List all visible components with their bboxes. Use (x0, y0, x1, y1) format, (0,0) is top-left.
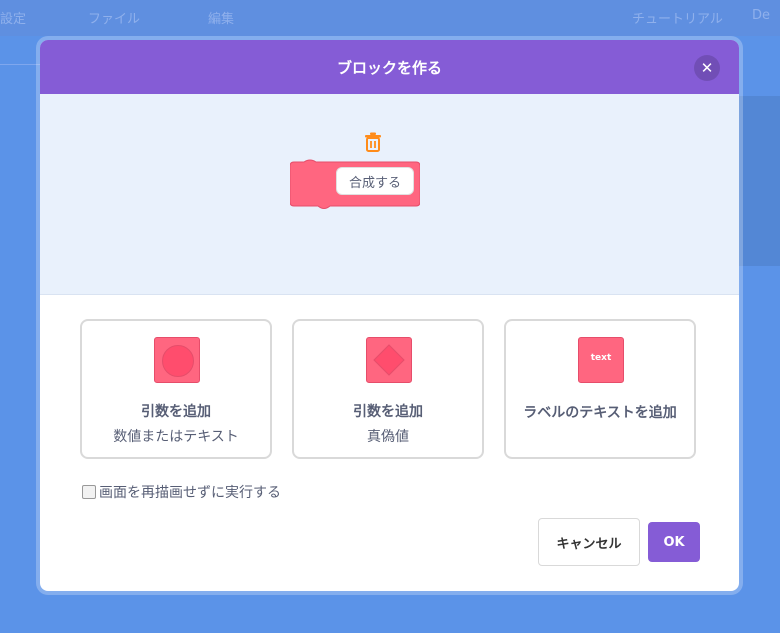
add-options: 引数を追加 数値またはテキスト 引数を追加 真偽値 text ラベルのテキストを… (80, 319, 700, 463)
trash-icon[interactable] (362, 131, 384, 153)
cancel-button[interactable]: キャンセル (538, 518, 640, 566)
label-text-icon: text (578, 337, 624, 383)
close-button[interactable]: ✕ (694, 55, 720, 81)
menu-tutorial: チュートリアル (632, 12, 723, 27)
add-input-number-text-button[interactable]: 引数を追加 数値またはテキスト (80, 319, 272, 459)
block-name-input[interactable]: 合成する (336, 167, 414, 195)
menu-user: De (752, 8, 771, 23)
ok-button[interactable]: OK (648, 522, 700, 562)
option-title: 引数を追加 (353, 404, 423, 420)
close-icon: ✕ (700, 59, 714, 77)
run-without-refresh-label: 画面を再描画せずに実行する (99, 485, 281, 501)
background-menubar: 設定 ファイル 編集 チュートリアル De (0, 0, 780, 36)
option-subtitle: 数値またはテキスト (113, 429, 239, 445)
option-title: ラベルのテキストを追加 (523, 405, 677, 421)
menu-settings: 設定 (0, 12, 27, 27)
menu-edit: 編集 (208, 12, 235, 27)
background-stage (738, 96, 780, 266)
modal-header: ブロックを作る ✕ (40, 40, 739, 94)
boolean-input-icon (366, 337, 412, 383)
label-icon-text: text (590, 353, 612, 363)
block-preview-workspace: 合成する (40, 94, 739, 295)
run-without-refresh-checkbox[interactable] (82, 485, 96, 499)
add-input-boolean-button[interactable]: 引数を追加 真偽値 (292, 319, 484, 459)
option-title: 引数を追加 (141, 404, 211, 420)
modal-title: ブロックを作る (336, 58, 442, 77)
add-label-text-button[interactable]: text ラベルのテキストを追加 (504, 319, 696, 459)
background-divider (0, 64, 40, 65)
round-input-icon (154, 337, 200, 383)
menu-file: ファイル (88, 12, 141, 27)
option-subtitle: 真偽値 (367, 429, 409, 445)
run-without-refresh-row: 画面を再描画せずに実行する (82, 482, 281, 502)
make-block-modal: ブロックを作る ✕ 合成する 引数を追加 数値またはテキスト 引数を追加 真偽値… (40, 40, 739, 591)
